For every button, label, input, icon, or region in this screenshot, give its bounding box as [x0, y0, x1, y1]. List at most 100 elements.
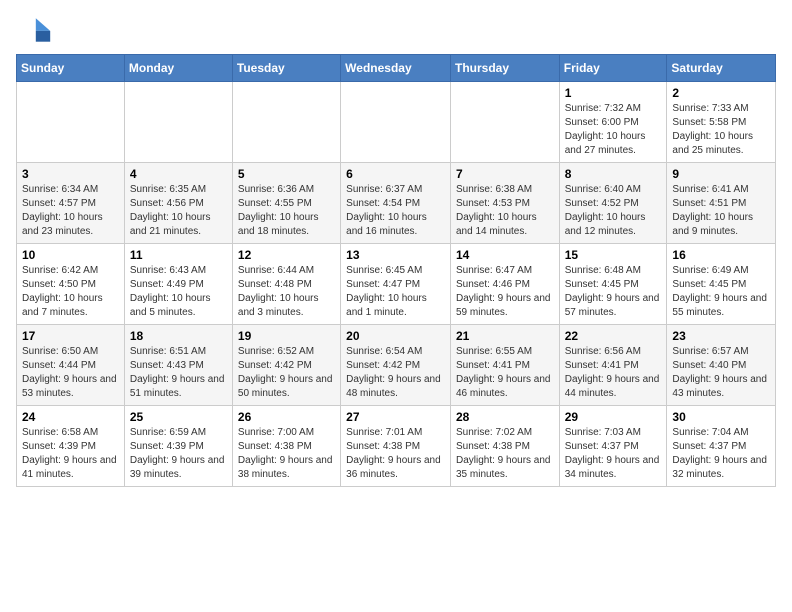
day-info: Sunrise: 6:59 AM Sunset: 4:39 PM Dayligh… [130, 426, 227, 482]
calendar-cell: 13 Sunrise: 6:45 AM Sunset: 4:47 PM Dayli… [341, 244, 451, 325]
day-number: 9 [672, 167, 770, 181]
calendar-cell: 6 Sunrise: 6:37 AM Sunset: 4:54 PM Daylig… [341, 163, 451, 244]
day-number: 27 [346, 410, 445, 424]
day-of-week-header: Friday [559, 55, 667, 82]
day-number: 29 [565, 410, 662, 424]
calendar-cell [232, 82, 340, 163]
day-of-week-header: Sunday [17, 55, 125, 82]
day-info: Sunrise: 6:43 AM Sunset: 4:49 PM Dayligh… [130, 264, 227, 320]
day-number: 18 [130, 329, 227, 343]
day-number: 15 [565, 248, 662, 262]
day-info: Sunrise: 6:45 AM Sunset: 4:47 PM Dayligh… [346, 264, 445, 320]
day-number: 22 [565, 329, 662, 343]
calendar-cell: 7 Sunrise: 6:38 AM Sunset: 4:53 PM Daylig… [450, 163, 559, 244]
day-info: Sunrise: 7:03 AM Sunset: 4:37 PM Dayligh… [565, 426, 662, 482]
calendar-cell: 1 Sunrise: 7:32 AM Sunset: 6:00 PM Daylig… [559, 82, 667, 163]
calendar-cell: 17 Sunrise: 6:50 AM Sunset: 4:44 PM Dayli… [17, 325, 125, 406]
calendar-cell: 3Sunrise: 6:34 AM Sunset: 4:57 PM Daylig… [17, 163, 125, 244]
day-info: Sunrise: 6:34 AM Sunset: 4:57 PM Dayligh… [22, 183, 119, 239]
day-of-week-header: Thursday [450, 55, 559, 82]
day-number: 6 [346, 167, 445, 181]
day-number: 12 [238, 248, 335, 262]
day-number: 24 [22, 410, 119, 424]
calendar-cell: 28 Sunrise: 7:02 AM Sunset: 4:38 PM Dayli… [450, 406, 559, 487]
day-info: Sunrise: 6:35 AM Sunset: 4:56 PM Dayligh… [130, 183, 227, 239]
day-info: Sunrise: 6:48 AM Sunset: 4:45 PM Dayligh… [565, 264, 662, 320]
day-number: 23 [672, 329, 770, 343]
calendar-cell [341, 82, 451, 163]
day-number: 26 [238, 410, 335, 424]
calendar-cell: 27 Sunrise: 7:01 AM Sunset: 4:38 PM Dayli… [341, 406, 451, 487]
calendar-cell: 20 Sunrise: 6:54 AM Sunset: 4:42 PM Dayli… [341, 325, 451, 406]
day-number: 1 [565, 86, 662, 100]
day-info: Sunrise: 6:37 AM Sunset: 4:54 PM Dayligh… [346, 183, 445, 239]
day-number: 14 [456, 248, 554, 262]
calendar-week-row: 24Sunrise: 6:58 AM Sunset: 4:39 PM Dayli… [17, 406, 776, 487]
calendar-cell: 15 Sunrise: 6:48 AM Sunset: 4:45 PM Dayli… [559, 244, 667, 325]
day-info: Sunrise: 7:04 AM Sunset: 4:37 PM Dayligh… [672, 426, 770, 482]
calendar-cell: 2 Sunrise: 7:33 AM Sunset: 5:58 PM Daylig… [667, 82, 776, 163]
logo-icon [16, 16, 52, 44]
day-info: Sunrise: 6:54 AM Sunset: 4:42 PM Dayligh… [346, 345, 445, 401]
day-number: 25 [130, 410, 227, 424]
calendar-cell: 5 Sunrise: 6:36 AM Sunset: 4:55 PM Daylig… [232, 163, 340, 244]
calendar-week-row: 17 Sunrise: 6:50 AM Sunset: 4:44 PM Dayli… [17, 325, 776, 406]
day-number: 28 [456, 410, 554, 424]
day-number: 5 [238, 167, 335, 181]
calendar-cell [124, 82, 232, 163]
day-number: 2 [672, 86, 770, 100]
calendar-cell: 11 Sunrise: 6:43 AM Sunset: 4:49 PM Dayli… [124, 244, 232, 325]
calendar-cell: 29 Sunrise: 7:03 AM Sunset: 4:37 PM Dayli… [559, 406, 667, 487]
calendar-cell: 4 Sunrise: 6:35 AM Sunset: 4:56 PM Daylig… [124, 163, 232, 244]
day-number: 13 [346, 248, 445, 262]
day-info: Sunrise: 6:57 AM Sunset: 4:40 PM Dayligh… [672, 345, 770, 401]
calendar-week-row: 1 Sunrise: 7:32 AM Sunset: 6:00 PM Daylig… [17, 82, 776, 163]
calendar-cell: 16 Sunrise: 6:49 AM Sunset: 4:45 PM Dayli… [667, 244, 776, 325]
day-info: Sunrise: 7:32 AM Sunset: 6:00 PM Dayligh… [565, 102, 662, 158]
calendar-cell: 10 Sunrise: 6:42 AM Sunset: 4:50 PM Dayli… [17, 244, 125, 325]
day-of-week-header: Saturday [667, 55, 776, 82]
calendar-cell: 24Sunrise: 6:58 AM Sunset: 4:39 PM Dayli… [17, 406, 125, 487]
calendar-cell: 19Sunrise: 6:52 AM Sunset: 4:42 PM Dayli… [232, 325, 340, 406]
calendar-cell: 23 Sunrise: 6:57 AM Sunset: 4:40 PM Dayli… [667, 325, 776, 406]
day-info: Sunrise: 6:49 AM Sunset: 4:45 PM Dayligh… [672, 264, 770, 320]
day-number: 7 [456, 167, 554, 181]
calendar-cell [17, 82, 125, 163]
logo [16, 16, 56, 44]
day-info: Sunrise: 6:56 AM Sunset: 4:41 PM Dayligh… [565, 345, 662, 401]
day-info: Sunrise: 6:36 AM Sunset: 4:55 PM Dayligh… [238, 183, 335, 239]
day-number: 4 [130, 167, 227, 181]
calendar-cell: 12 Sunrise: 6:44 AM Sunset: 4:48 PM Dayli… [232, 244, 340, 325]
day-of-week-header: Tuesday [232, 55, 340, 82]
day-info: Sunrise: 7:01 AM Sunset: 4:38 PM Dayligh… [346, 426, 445, 482]
day-info: Sunrise: 6:38 AM Sunset: 4:53 PM Dayligh… [456, 183, 554, 239]
day-info: Sunrise: 6:42 AM Sunset: 4:50 PM Dayligh… [22, 264, 119, 320]
day-number: 17 [22, 329, 119, 343]
calendar-cell: 25 Sunrise: 6:59 AM Sunset: 4:39 PM Dayli… [124, 406, 232, 487]
day-info: Sunrise: 6:41 AM Sunset: 4:51 PM Dayligh… [672, 183, 770, 239]
calendar-week-row: 3Sunrise: 6:34 AM Sunset: 4:57 PM Daylig… [17, 163, 776, 244]
day-number: 20 [346, 329, 445, 343]
calendar-cell: 18Sunrise: 6:51 AM Sunset: 4:43 PM Dayli… [124, 325, 232, 406]
calendar-cell: 30 Sunrise: 7:04 AM Sunset: 4:37 PM Dayli… [667, 406, 776, 487]
calendar-cell [450, 82, 559, 163]
calendar-week-row: 10 Sunrise: 6:42 AM Sunset: 4:50 PM Dayli… [17, 244, 776, 325]
calendar-cell: 21Sunrise: 6:55 AM Sunset: 4:41 PM Dayli… [450, 325, 559, 406]
day-number: 19 [238, 329, 335, 343]
day-number: 11 [130, 248, 227, 262]
header [16, 16, 776, 44]
calendar-cell: 8Sunrise: 6:40 AM Sunset: 4:52 PM Daylig… [559, 163, 667, 244]
day-info: Sunrise: 7:33 AM Sunset: 5:58 PM Dayligh… [672, 102, 770, 158]
day-info: Sunrise: 6:50 AM Sunset: 4:44 PM Dayligh… [22, 345, 119, 401]
day-number: 16 [672, 248, 770, 262]
calendar-cell: 9 Sunrise: 6:41 AM Sunset: 4:51 PM Daylig… [667, 163, 776, 244]
calendar-cell: 22 Sunrise: 6:56 AM Sunset: 4:41 PM Dayli… [559, 325, 667, 406]
day-number: 10 [22, 248, 119, 262]
day-number: 21 [456, 329, 554, 343]
day-info: Sunrise: 6:47 AM Sunset: 4:46 PM Dayligh… [456, 264, 554, 320]
day-number: 30 [672, 410, 770, 424]
calendar-header-row: SundayMondayTuesdayWednesdayThursdayFrid… [17, 55, 776, 82]
calendar-cell: 14 Sunrise: 6:47 AM Sunset: 4:46 PM Dayli… [450, 244, 559, 325]
day-info: Sunrise: 6:44 AM Sunset: 4:48 PM Dayligh… [238, 264, 335, 320]
day-info: Sunrise: 7:02 AM Sunset: 4:38 PM Dayligh… [456, 426, 554, 482]
